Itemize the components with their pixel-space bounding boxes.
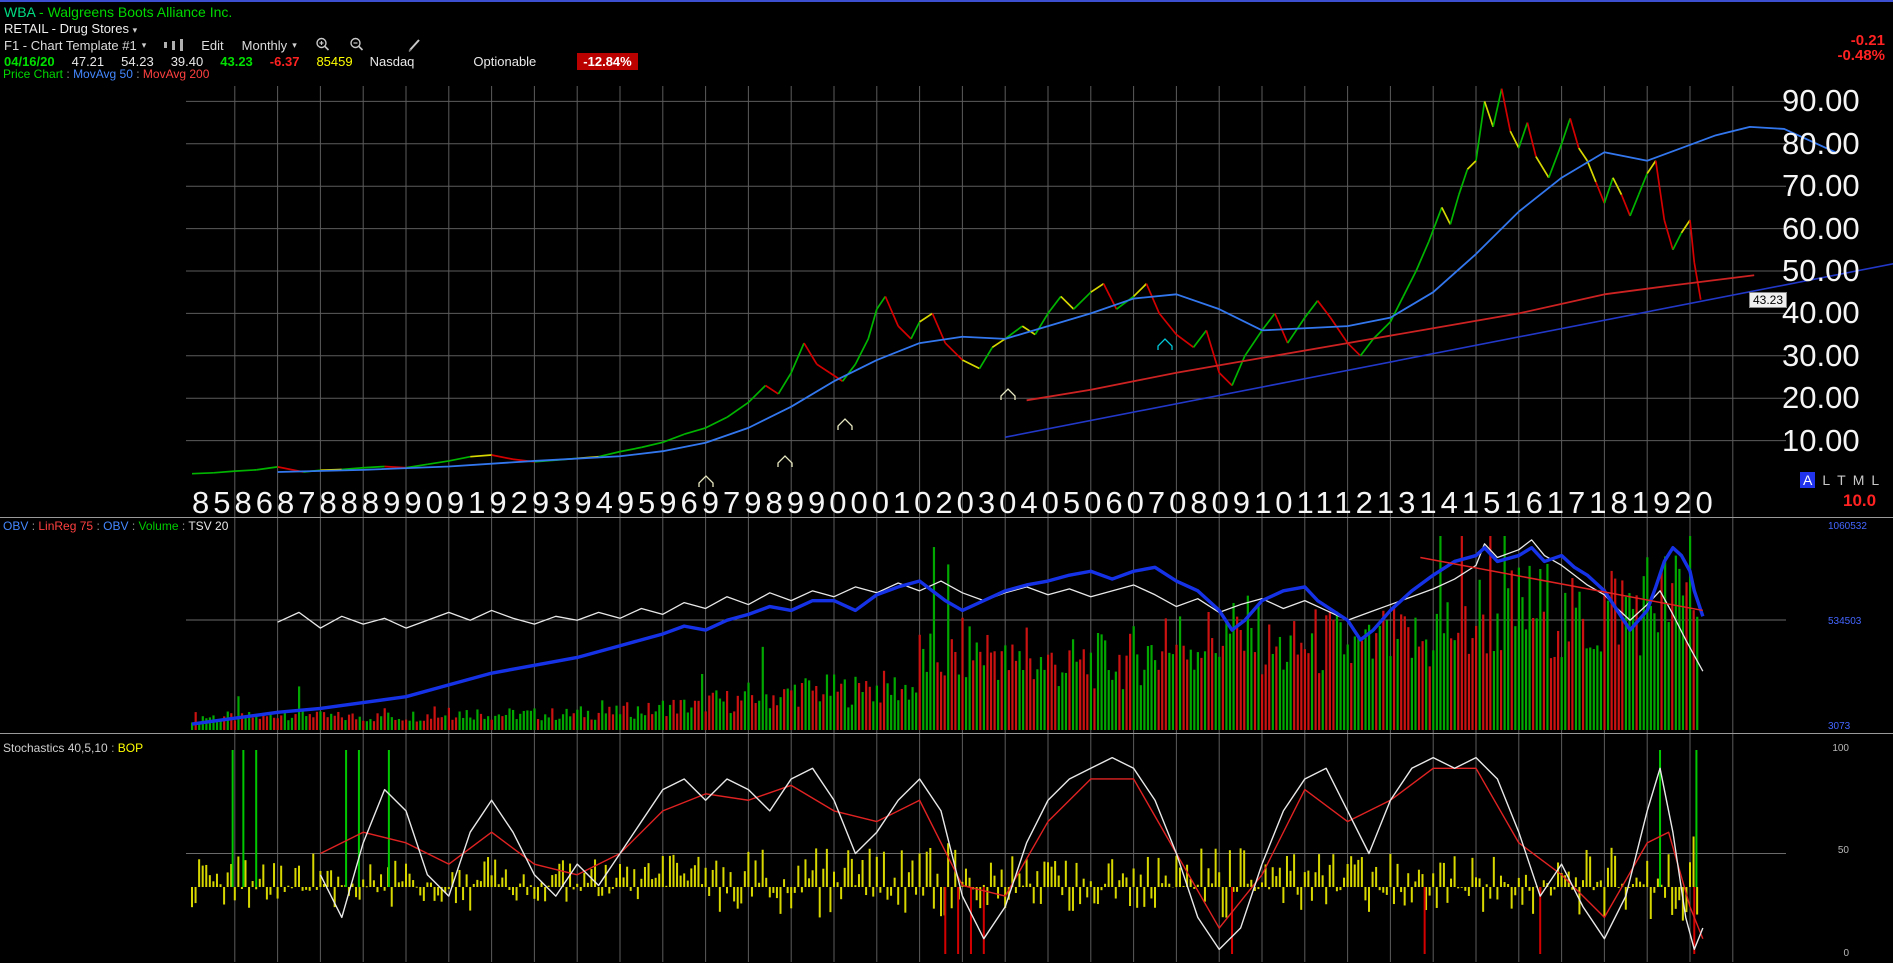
altml-button-a[interactable]: A (1800, 472, 1815, 488)
last-price-tag: 43.23 (1749, 292, 1787, 308)
sector-dropdown[interactable]: RETAIL - Drug Stores ▾ (4, 21, 137, 36)
altml-button-t[interactable]: T (1837, 472, 1846, 488)
mid-scale-bottom: 3073 (1828, 721, 1850, 732)
legend-bop[interactable]: BOP (118, 741, 143, 755)
legend-movavg200[interactable]: MovAvg 200 (143, 67, 210, 81)
price-axis-label: 60.00 (1782, 211, 1882, 247)
bot-pane-legend: Stochastics 40,5,10 : BOP (3, 741, 143, 755)
bar-chart-icon[interactable] (164, 39, 183, 51)
legend-volume[interactable]: Volume (139, 519, 179, 533)
chart-template-dropdown[interactable]: F1 - Chart Template #1 ▾ (4, 38, 146, 53)
legend-obv-1[interactable]: OBV (3, 519, 28, 533)
zoom-out-icon[interactable] (349, 37, 365, 53)
chevron-down-icon: ▾ (292, 40, 297, 51)
legend-stochastics[interactable]: Stochastics 40,5,10 (3, 741, 108, 755)
legend-price-chart[interactable]: Price Chart (3, 67, 63, 81)
symbol-title: WBA - Walgreens Boots Alliance Inc. (4, 4, 232, 20)
period-dropdown[interactable]: Monthly ▾ (242, 38, 297, 53)
chart-template-label: F1 - Chart Template #1 (4, 38, 137, 53)
toolbar: F1 - Chart Template #1 ▾ Edit Monthly ▾ (4, 37, 441, 53)
quote-exchange: Nasdaq (370, 54, 415, 69)
price-axis-label: 70.00 (1782, 168, 1882, 204)
quote-last: 43.23 (220, 54, 253, 69)
topright-pct: -0.48% (1837, 47, 1885, 64)
pencil-icon[interactable] (407, 37, 423, 53)
period-label: Monthly (242, 38, 288, 53)
stoch-scale-100: 100 (1832, 743, 1849, 754)
chart-window: WBA - Walgreens Boots Alliance Inc. RETA… (0, 0, 1893, 963)
price-axis-label: 30.00 (1782, 338, 1882, 374)
alt-value: 10.0 (1843, 491, 1876, 511)
pct-change-badge: -12.84% (577, 53, 637, 70)
edit-button[interactable]: Edit (201, 38, 223, 53)
legend-obv-2[interactable]: OBV (103, 519, 128, 533)
sector-label: RETAIL - Drug Stores (4, 21, 129, 36)
price-axis-label: 10.00 (1782, 423, 1882, 459)
stoch-scale-50: 50 (1838, 845, 1849, 856)
company-name: Walgreens Boots Alliance Inc. (48, 4, 233, 20)
price-pane-legend: Price Chart : MovAvg 50 : MovAvg 200 (3, 67, 209, 81)
price-axis-label: 20.00 (1782, 380, 1882, 416)
quote-change: -6.37 (270, 54, 300, 69)
quote-volume: 85459 (316, 54, 352, 69)
mid-scale-mid: 534503 (1828, 616, 1861, 627)
price-axis-label: 50.00 (1782, 253, 1882, 289)
chevron-down-icon: ▾ (142, 40, 147, 51)
title-dash: - (39, 4, 44, 20)
legend-linreg[interactable]: LinReg 75 (38, 519, 93, 533)
optionable-label: Optionable (473, 54, 536, 69)
altml-toolbar: ALTML (1800, 472, 1886, 488)
x-axis-years: 8586878889909192939495969798990001020304… (192, 485, 1717, 521)
mid-pane-legend: OBV : LinReg 75 : OBV : Volume : TSV 20 (3, 519, 228, 533)
zoom-in-icon[interactable] (315, 37, 331, 53)
legend-movavg50[interactable]: MovAvg 50 (73, 67, 133, 81)
chevron-down-icon: ▾ (133, 25, 138, 35)
altml-button-l1[interactable]: L (1822, 472, 1830, 488)
stoch-scale-0: 0 (1843, 948, 1849, 959)
chart-canvas[interactable] (0, 2, 1893, 963)
altml-button-m[interactable]: M (1853, 472, 1865, 488)
legend-tsv[interactable]: TSV 20 (188, 519, 228, 533)
symbol: WBA (4, 4, 35, 20)
mid-scale-top: 1060532 (1828, 521, 1867, 532)
price-axis-label: 80.00 (1782, 126, 1882, 162)
price-axis-label: 40.00 (1782, 295, 1882, 331)
altml-button-l2[interactable]: L (1871, 472, 1879, 488)
price-axis-label: 90.00 (1782, 83, 1882, 119)
